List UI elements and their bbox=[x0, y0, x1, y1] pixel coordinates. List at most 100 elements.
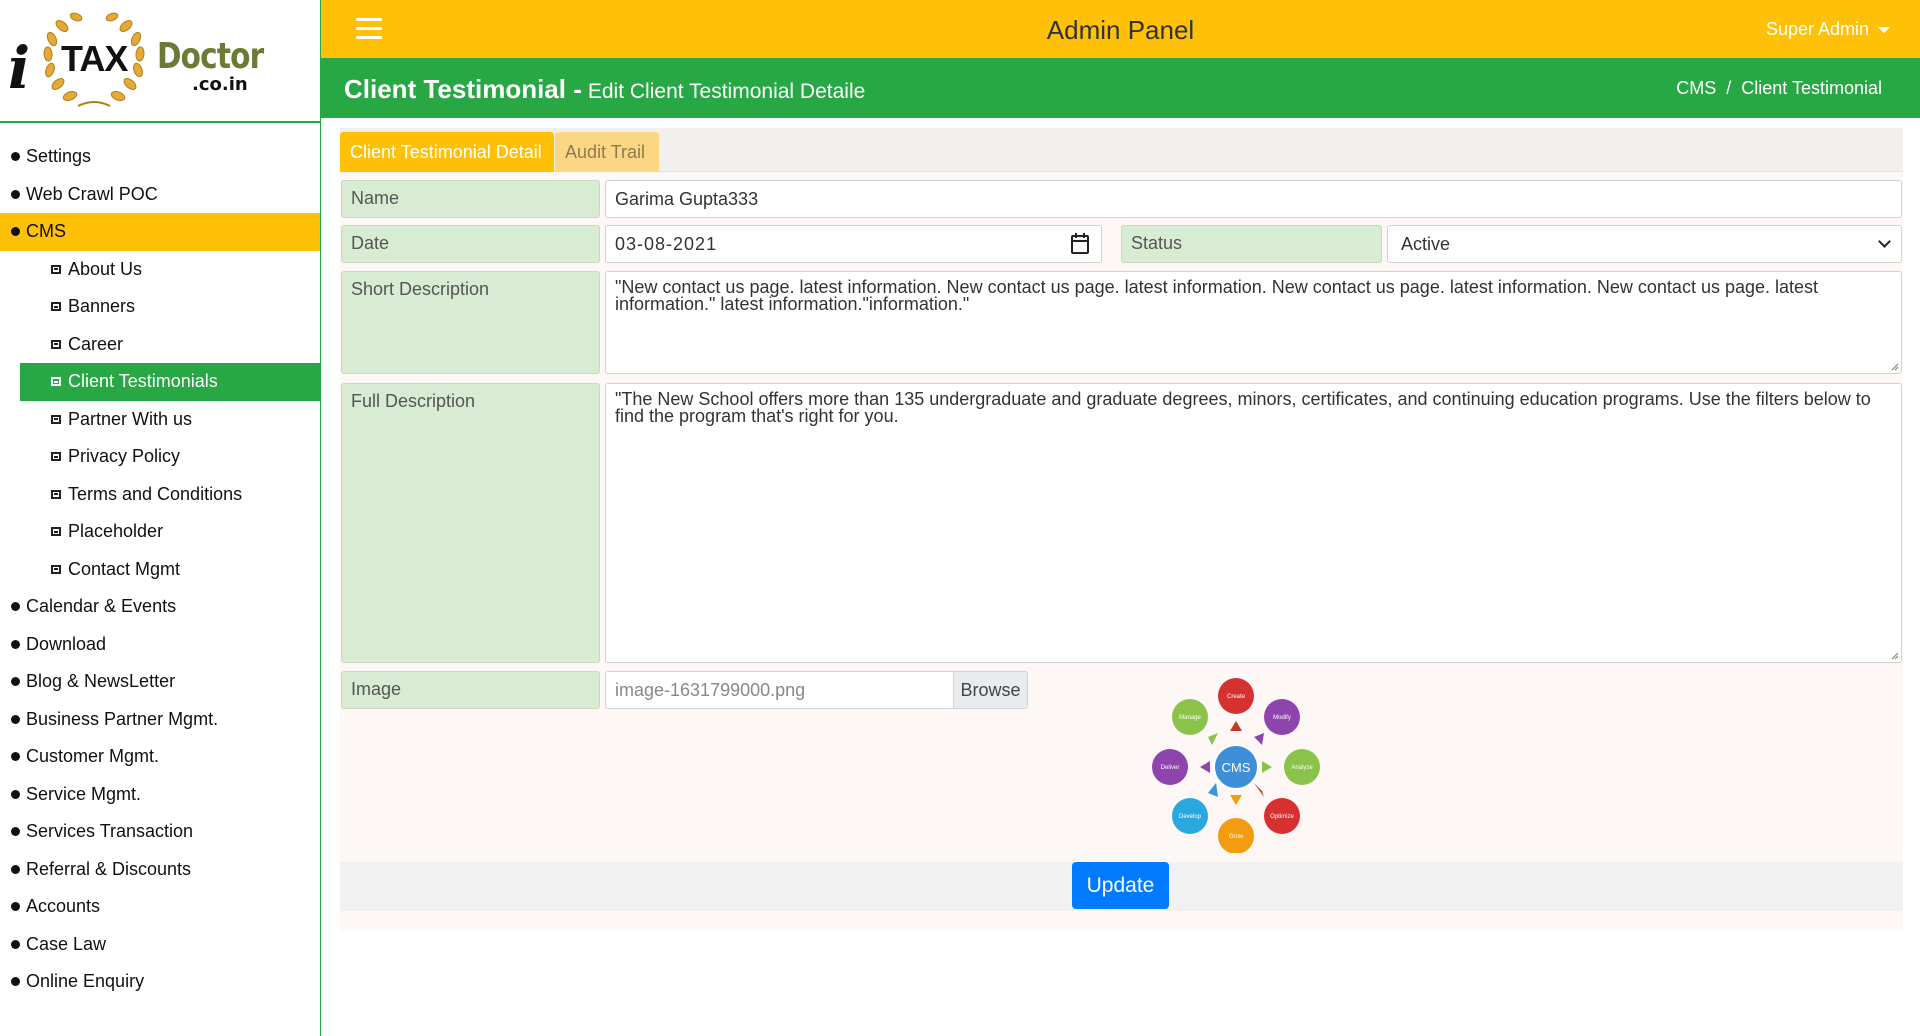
sidebar-item-service-mgmt[interactable]: Service Mgmt. bbox=[0, 776, 320, 814]
sidebar-item-label: CMS bbox=[26, 221, 66, 242]
bullet-icon bbox=[11, 977, 20, 987]
bullet-icon bbox=[11, 677, 20, 687]
sidebar-item-label: Referral & Discounts bbox=[26, 858, 192, 879]
sidebar-item-services-transaction[interactable]: Services Transaction bbox=[0, 813, 320, 851]
breadcrumb-cms[interactable]: CMS bbox=[1676, 78, 1716, 99]
cms-diagram-node: Create bbox=[1227, 694, 1246, 700]
sidebar-item-cms[interactable]: CMS bbox=[0, 213, 320, 251]
sidebar-item-download[interactable]: Download bbox=[0, 626, 320, 664]
logo-domain-text: .co.in bbox=[192, 74, 248, 95]
name-label: Name bbox=[341, 180, 600, 218]
image-file-input[interactable]: image-1631799000.png Browse bbox=[605, 671, 1028, 709]
bullet-icon bbox=[11, 602, 20, 612]
logo-i-letter: i bbox=[8, 34, 31, 102]
sidebar-subitem-contact-mgmt[interactable]: Contact Mgmt bbox=[20, 551, 320, 589]
bullet-icon bbox=[11, 789, 20, 799]
sidebar-item-case-law[interactable]: Case Law bbox=[0, 926, 320, 964]
date-value: 03-08-2021 bbox=[615, 233, 718, 254]
page-title-text: Client Testimonial - bbox=[344, 74, 582, 104]
cms-diagram-node: Modify bbox=[1273, 715, 1291, 721]
bullet-icon bbox=[11, 227, 20, 237]
short-description-textarea[interactable]: "New contact us page. latest information… bbox=[605, 271, 1902, 374]
sidebar-item-label: Blog & NewsLetter bbox=[26, 671, 176, 692]
submenu-icon bbox=[51, 377, 61, 387]
submenu-icon bbox=[51, 414, 61, 424]
sidebar-item-label: Download bbox=[26, 633, 107, 654]
image-filename: image-1631799000.png bbox=[615, 680, 806, 700]
sidebar-item-label: Placeholder bbox=[68, 521, 164, 542]
breadcrumb-separator: / bbox=[1726, 78, 1732, 98]
tab-client-testimonial-detail[interactable]: Client Testimonial Detail bbox=[340, 132, 554, 172]
sidebar-item-settings[interactable]: Settings bbox=[0, 138, 320, 176]
date-label: Date bbox=[341, 225, 600, 263]
status-label: Status bbox=[1121, 225, 1382, 263]
sidebar-item-online-enquiry[interactable]: Online Enquiry bbox=[0, 963, 320, 1001]
submenu-icon bbox=[51, 302, 61, 312]
sidebar-item-blog-newsletter[interactable]: Blog & NewsLetter bbox=[0, 663, 320, 701]
tab-bar: Client Testimonial Detail Audit Trail bbox=[340, 128, 1903, 172]
sidebar-item-label: Customer Mgmt. bbox=[26, 746, 160, 767]
bullet-icon bbox=[11, 189, 20, 199]
cms-diagram-node: Manage bbox=[1179, 715, 1201, 721]
name-input[interactable]: Garima Gupta333 bbox=[605, 180, 1902, 218]
sidebar-item-web-crawl-poc[interactable]: Web Crawl POC bbox=[0, 176, 320, 214]
sidebar-subitem-placeholder[interactable]: Placeholder bbox=[20, 513, 320, 551]
full-description-textarea[interactable]: "The New School offers more than 135 und… bbox=[605, 383, 1902, 663]
submenu-icon bbox=[51, 452, 61, 462]
bullet-icon bbox=[11, 639, 20, 649]
date-input[interactable]: 03-08-2021 bbox=[605, 225, 1102, 263]
sidebar-item-label: Accounts bbox=[26, 896, 101, 917]
sidebar-subitem-privacy-policy[interactable]: Privacy Policy bbox=[20, 438, 320, 476]
user-dropdown[interactable]: Super Admin bbox=[1766, 19, 1890, 40]
page-subtitle: Edit Client Testimonial Detaile bbox=[587, 80, 866, 103]
status-select[interactable]: Active bbox=[1387, 225, 1902, 263]
sidebar-item-label: About Us bbox=[68, 258, 143, 279]
tab-audit-trail[interactable]: Audit Trail bbox=[555, 132, 659, 172]
sidebar-item-customer-mgmt[interactable]: Customer Mgmt. bbox=[0, 738, 320, 776]
resize-handle-icon[interactable] bbox=[1889, 650, 1899, 660]
sidebar-item-label: Partner With us bbox=[68, 408, 193, 429]
form-panel: Client Testimonial Detail Audit Trail Na… bbox=[340, 128, 1903, 930]
form-footer: Update bbox=[340, 862, 1903, 911]
sidebar-item-label: Client Testimonials bbox=[68, 371, 218, 392]
sidebar-subitem-terms-and-conditions[interactable]: Terms and Conditions bbox=[20, 476, 320, 514]
logo-tax-text: TAX bbox=[61, 38, 128, 79]
cms-diagram-node: Deliver bbox=[1161, 765, 1180, 771]
sidebar-subitem-career[interactable]: Career bbox=[20, 326, 320, 364]
submenu-icon bbox=[51, 489, 61, 499]
image-label: Image bbox=[341, 671, 600, 709]
resize-handle-icon[interactable] bbox=[1889, 361, 1899, 371]
sidebar-subitem-client-testimonials[interactable]: Client Testimonials bbox=[20, 363, 320, 401]
sidebar-item-label: Terms and Conditions bbox=[68, 483, 243, 504]
sidebar-item-label: Case Law bbox=[26, 933, 107, 954]
submenu-icon bbox=[51, 564, 61, 574]
sidebar-item-label: Settings bbox=[26, 146, 92, 167]
status-selected-value: Active bbox=[1401, 233, 1451, 254]
update-button[interactable]: Update bbox=[1072, 862, 1169, 909]
sidebar-subitem-about-us[interactable]: About Us bbox=[20, 251, 320, 289]
cms-diagram-node: Optimize bbox=[1270, 814, 1294, 820]
calendar-icon[interactable] bbox=[1071, 233, 1089, 254]
submenu-icon bbox=[51, 264, 61, 274]
cms-diagram-node: Grow bbox=[1229, 834, 1244, 840]
sidebar-item-label: Services Transaction bbox=[26, 821, 194, 842]
itaxdoctor-logo[interactable]: i TAX Doctor .co.in bbox=[0, 0, 320, 123]
sidebar-item-referral-discounts[interactable]: Referral & Discounts bbox=[0, 851, 320, 889]
sidebar-subitem-partner-with-us[interactable]: Partner With us bbox=[20, 401, 320, 439]
top-navbar: Admin Panel Super Admin bbox=[321, 0, 1920, 58]
sidebar-subitem-banners[interactable]: Banners bbox=[20, 288, 320, 326]
bullet-icon bbox=[11, 864, 20, 874]
sidebar-item-business-partner-mgmt[interactable]: Business Partner Mgmt. bbox=[0, 701, 320, 739]
sidebar-item-label: Business Partner Mgmt. bbox=[26, 708, 219, 729]
caret-down-icon bbox=[1878, 26, 1890, 33]
browse-button[interactable]: Browse bbox=[953, 672, 1027, 708]
sidebar-item-calendar-events[interactable]: Calendar & Events bbox=[0, 588, 320, 626]
page-title: Client Testimonial - Edit Client Testimon… bbox=[344, 74, 865, 105]
sidebar-item-label: Career bbox=[68, 333, 124, 354]
sidebar-item-accounts[interactable]: Accounts bbox=[0, 888, 320, 926]
submenu-icon bbox=[51, 339, 61, 349]
full-description-text: "The New School offers more than 135 und… bbox=[615, 389, 1871, 426]
bullet-icon bbox=[11, 902, 20, 912]
breadcrumb: CMS / Client Testimonial bbox=[1676, 78, 1882, 99]
short-description-label: Short Description bbox=[341, 271, 600, 374]
